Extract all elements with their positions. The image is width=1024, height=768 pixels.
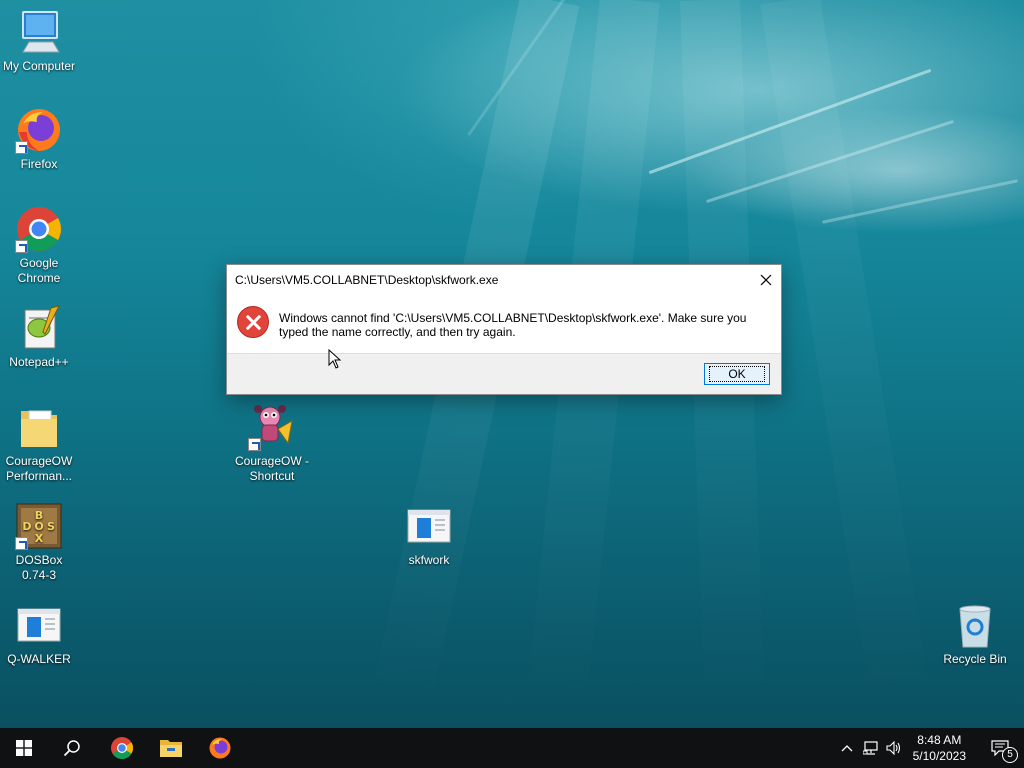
dialog-title: C:\Users\VM5.COLLABNET\Desktop\skfwork.e… xyxy=(235,273,499,287)
desktop-icon-q-walker[interactable]: Q-WALKER xyxy=(0,601,78,667)
desktop-icon-notepadpp[interactable]: Notepad++ xyxy=(0,304,78,370)
shortcut-arrow-icon xyxy=(15,240,28,253)
notification-count-badge: 5 xyxy=(1002,747,1018,763)
dialog-titlebar[interactable]: C:\Users\VM5.COLLABNET\Desktop\skfwork.e… xyxy=(227,265,781,295)
start-icon xyxy=(16,740,32,756)
error-icon xyxy=(237,306,269,338)
desktop-icon-label: DOSBox 0.74-3 xyxy=(15,553,63,582)
network-button[interactable] xyxy=(860,728,882,768)
clock-time: 8:48 AM xyxy=(917,733,962,747)
desktop-icon-firefox[interactable]: Firefox xyxy=(0,106,78,172)
svg-text:D: D xyxy=(22,520,31,533)
show-hidden-icons-button[interactable] xyxy=(836,728,858,768)
dialog-message: Windows cannot find 'C:\Users\VM5.COLLAB… xyxy=(279,311,747,339)
desktop-icon-label: Google Chrome xyxy=(17,256,61,285)
computer-icon xyxy=(15,8,63,56)
taskbar-file-explorer-button[interactable] xyxy=(147,728,195,768)
firefox-icon xyxy=(209,737,231,759)
close-icon xyxy=(760,274,772,286)
action-center-button[interactable]: 5 xyxy=(976,728,1024,768)
firefox-icon xyxy=(15,106,63,154)
search-icon xyxy=(63,740,80,757)
taskbar: 8:48 AM 5/10/2023 5 xyxy=(0,728,1024,768)
folder-icon xyxy=(15,403,63,451)
desktop-icon-courageow-shortcut[interactable]: CourageOW - Shortcut xyxy=(233,403,311,484)
courage-icon xyxy=(248,403,296,451)
desktop-icon-label: CourageOW - Shortcut xyxy=(234,454,310,483)
network-icon xyxy=(863,741,878,755)
svg-text:S: S xyxy=(47,520,55,533)
shortcut-arrow-icon xyxy=(248,438,261,451)
shortcut-arrow-icon xyxy=(15,537,28,550)
svg-text:X: X xyxy=(35,532,44,545)
desktop-icon-google-chrome[interactable]: Google Chrome xyxy=(0,205,78,286)
taskbar-firefox-button[interactable] xyxy=(196,728,244,768)
notepadpp-icon xyxy=(15,304,63,352)
chrome-icon xyxy=(15,205,63,253)
ok-button-label: OK xyxy=(709,366,765,382)
desktop-icon-label: My Computer xyxy=(2,59,76,73)
volume-icon xyxy=(886,741,901,755)
app-window-icon xyxy=(15,601,63,649)
close-button[interactable] xyxy=(751,265,781,295)
desktop-icon-courageow-performance[interactable]: CourageOW Performan... xyxy=(0,403,78,484)
desktop-icon-label: Firefox xyxy=(20,157,58,171)
desktop-icon-my-computer[interactable]: My Computer xyxy=(0,8,78,74)
mouse-cursor-icon xyxy=(328,349,342,369)
recycle-bin-icon xyxy=(951,601,999,649)
desktop-icon-dosbox[interactable]: B D O S X DOSBox 0.74-3 xyxy=(0,502,78,583)
desktop-icon-label: Notepad++ xyxy=(9,355,69,369)
desktop-icon-label: Q-WALKER xyxy=(7,652,71,666)
desktop-icon-recycle-bin[interactable]: Recycle Bin xyxy=(936,601,1014,667)
chevron-up-icon xyxy=(841,745,853,752)
shortcut-arrow-icon xyxy=(15,141,28,154)
clock[interactable]: 8:48 AM 5/10/2023 xyxy=(913,732,966,764)
desktop-icon-skfwork[interactable]: skfwork xyxy=(390,502,468,568)
file-explorer-icon xyxy=(160,740,182,757)
error-dialog: C:\Users\VM5.COLLABNET\Desktop\skfwork.e… xyxy=(226,264,782,395)
dialog-body: Windows cannot find 'C:\Users\VM5.COLLAB… xyxy=(227,295,781,355)
taskbar-chrome-button[interactable] xyxy=(98,728,146,768)
desktop-icon-label: Recycle Bin xyxy=(943,652,1007,666)
app-window-icon xyxy=(405,502,453,550)
desktop-icon-label: CourageOW Performan... xyxy=(5,454,73,483)
start-button[interactable] xyxy=(0,728,48,768)
dosbox-icon: B D O S X xyxy=(15,502,63,550)
dialog-footer: OK xyxy=(227,353,781,394)
search-button[interactable] xyxy=(48,728,96,768)
ok-button[interactable]: OK xyxy=(704,363,770,385)
chrome-icon xyxy=(111,737,133,759)
desktop-icon-label: skfwork xyxy=(408,553,450,567)
clock-date: 5/10/2023 xyxy=(912,749,966,763)
notification-count: 5 xyxy=(1007,749,1013,760)
volume-button[interactable] xyxy=(883,728,905,768)
